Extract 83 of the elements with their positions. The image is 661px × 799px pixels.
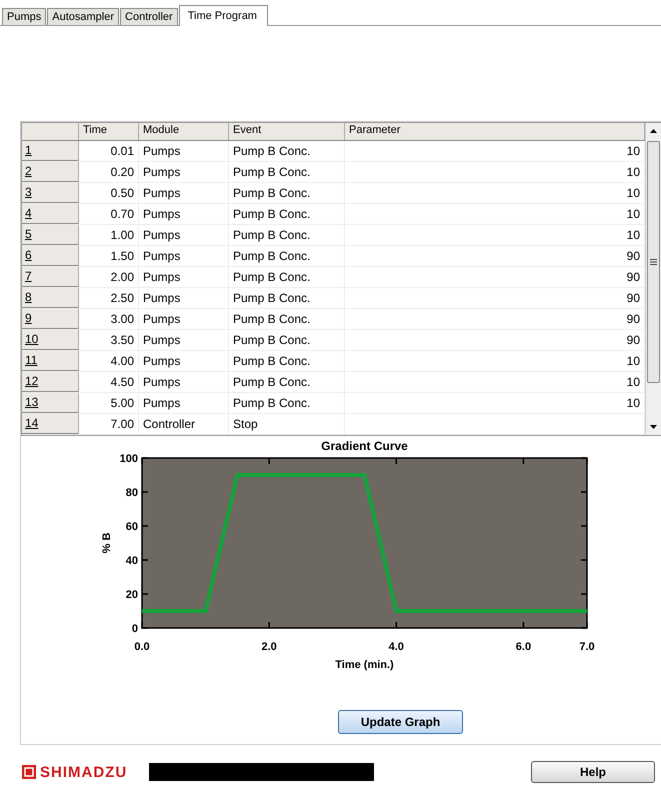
row-header[interactable]: 8 — [22, 288, 79, 308]
x-tick-label: 4.0 — [388, 641, 404, 653]
tab[interactable]: Controller — [120, 8, 178, 25]
y-tick-label: 20 — [125, 589, 138, 601]
table-cell: 3.50 — [79, 330, 139, 350]
table-cell: 3.00 — [79, 309, 139, 329]
y-tick-label: 100 — [119, 453, 138, 465]
table-cell: Pump B Conc. — [229, 330, 345, 350]
table-cell: Pump B Conc. — [229, 267, 345, 287]
grip-icon — [650, 259, 657, 265]
table-cell: 1.00 — [79, 225, 139, 245]
row-header[interactable]: 5 — [22, 225, 79, 245]
y-tick-label: 0 — [131, 623, 138, 635]
tab[interactable]: Time Program — [178, 5, 268, 26]
tab[interactable]: Pumps — [2, 8, 46, 25]
row-header[interactable]: 2 — [22, 162, 79, 182]
row-header[interactable]: 9 — [22, 309, 79, 329]
table-cell: Pump B Conc. — [229, 393, 345, 413]
row-header[interactable]: 14 — [22, 414, 79, 434]
column-header[interactable]: Event — [229, 123, 345, 140]
row-header[interactable]: 3 — [22, 183, 79, 203]
y-axis-label: % B — [100, 532, 112, 554]
y-tick-label: 40 — [125, 555, 138, 567]
table-cell: 0.50 — [79, 183, 139, 203]
x-tick-label: 2.0 — [261, 641, 276, 653]
table-cell: 7.00 — [79, 414, 139, 434]
table-cell: Pumps — [139, 351, 229, 371]
column-header[interactable]: Time — [79, 123, 139, 140]
update-graph-button[interactable]: Update Graph — [338, 710, 464, 734]
logo-icon — [22, 765, 36, 779]
table-cell: Pumps — [139, 204, 229, 224]
row-header[interactable]: 10 — [22, 330, 79, 350]
table-cell: Pumps — [139, 183, 229, 203]
table-cell: Pump B Conc. — [229, 309, 345, 329]
row-header[interactable]: 13 — [22, 393, 79, 413]
table-cell: Pump B Conc. — [229, 183, 345, 203]
table-cell: Pumps — [139, 246, 229, 266]
y-tick-label: 80 — [125, 487, 138, 499]
x-axis-label: Time (min.) — [334, 659, 394, 671]
table-cell: Pump B Conc. — [229, 204, 345, 224]
table-cell: Pump B Conc. — [229, 288, 345, 308]
table-cell: Pumps — [139, 288, 229, 308]
column-header[interactable]: Module — [139, 123, 229, 140]
row-header[interactable]: 7 — [22, 267, 79, 287]
row-header[interactable]: 1 — [22, 141, 79, 161]
x-tick-label: 0.0 — [134, 641, 150, 653]
table-cell: 5.00 — [79, 393, 139, 413]
table-cell: Pumps — [139, 372, 229, 392]
table-cell: 1.50 — [79, 246, 139, 266]
table-cell: Pumps — [139, 267, 229, 287]
chart-title: Gradient Curve — [320, 440, 408, 453]
y-tick-label: 60 — [125, 521, 138, 533]
tab[interactable]: Autosampler — [47, 8, 120, 25]
x-tick-label: 7.0 — [578, 641, 594, 653]
table-cell: Controller — [139, 414, 229, 434]
x-tick-label: 6.0 — [515, 641, 531, 653]
table-cell: Pumps — [139, 309, 229, 329]
table-cell: Pump B Conc. — [229, 141, 345, 161]
table-cell: Pump B Conc. — [229, 162, 345, 182]
logo-text: SHIMADZU — [40, 764, 128, 780]
table-cell: 0.20 — [79, 162, 139, 182]
scrollbar-thumb[interactable] — [647, 141, 660, 383]
table-cell: Pump B Conc. — [229, 246, 345, 266]
row-header[interactable]: 6 — [22, 246, 79, 266]
table-cell: Pump B Conc. — [229, 372, 345, 392]
table-cell: Stop — [229, 414, 345, 434]
table-cell: 4.00 — [79, 351, 139, 371]
help-button[interactable]: Help — [531, 761, 655, 783]
table-cell: Pumps — [139, 330, 229, 350]
table-cell: Pumps — [139, 393, 229, 413]
table-cell: 0.01 — [79, 141, 139, 161]
row-header[interactable]: 12 — [22, 372, 79, 392]
table-cell: 4.50 — [79, 372, 139, 392]
table-cell: 2.50 — [79, 288, 139, 308]
table-cell: Pump B Conc. — [229, 351, 345, 371]
row-header[interactable]: 4 — [22, 204, 79, 224]
table-cell: 0.70 — [79, 204, 139, 224]
table-cell: 2.00 — [79, 267, 139, 287]
table-cell: Pump B Conc. — [229, 225, 345, 245]
table-cell: Pumps — [139, 162, 229, 182]
table-cell: Pumps — [139, 225, 229, 245]
row-header[interactable]: 11 — [22, 351, 79, 371]
table-cell: Pumps — [139, 141, 229, 161]
